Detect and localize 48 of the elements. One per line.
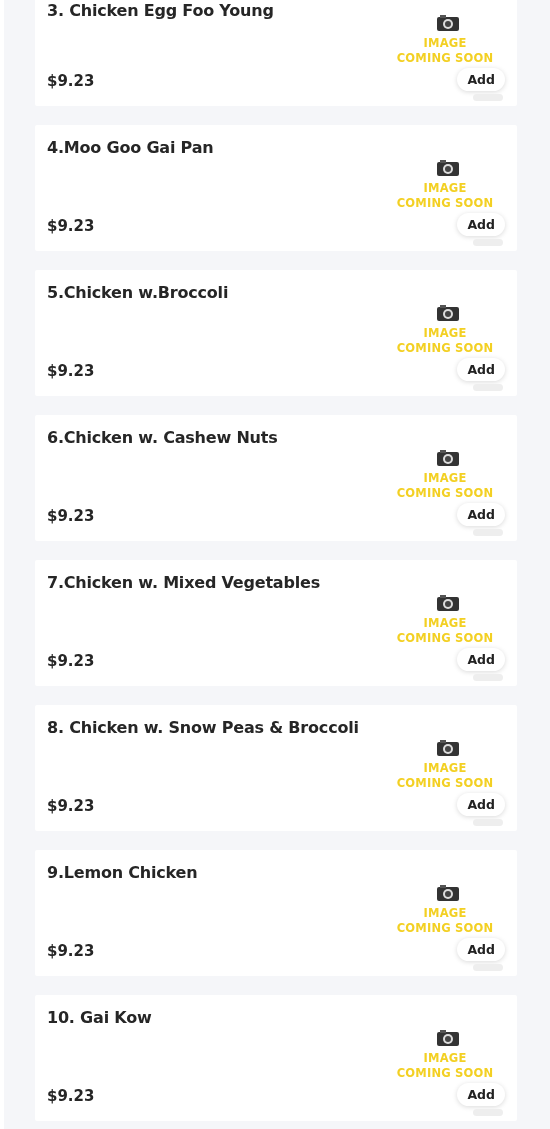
item-name: 8. Chicken w. Snow Peas & Broccoli [47,718,359,737]
placeholder-text: IMAGE [423,616,467,631]
placeholder-text: COMING SOON [396,51,494,66]
camera-icon [436,884,460,902]
placeholder-text: IMAGE [423,906,467,921]
camera-icon [436,14,460,32]
placeholder-text: IMAGE [423,326,467,341]
item-name: 3. Chicken Egg Foo Young [47,1,274,20]
camera-icon [436,449,460,467]
add-button[interactable]: Add [457,68,505,91]
placeholder-text: COMING SOON [396,776,494,791]
placeholder-text: COMING SOON [396,631,494,646]
item-name: 4.Moo Goo Gai Pan [47,138,214,157]
item-name: 10. Gai Kow [47,1008,152,1027]
item-name: 7.Chicken w. Mixed Vegetables [47,573,320,592]
placeholder-text: IMAGE [423,1051,467,1066]
item-price: $9.23 [47,652,96,670]
add-button[interactable]: Add [457,938,505,961]
placeholder-text: IMAGE [423,181,467,196]
item-price: $9.23 [47,507,96,525]
add-button[interactable]: Add [457,213,505,236]
placeholder-text: COMING SOON [396,341,494,356]
item-name: 6.Chicken w. Cashew Nuts [47,428,278,447]
add-button[interactable]: Add [457,358,505,381]
camera-icon [436,159,460,177]
camera-icon [436,304,460,322]
item-price: $9.23 [47,72,96,90]
add-button[interactable]: Add [457,793,505,816]
item-name: 5.Chicken w.Broccoli [47,283,229,302]
item-name: 9.Lemon Chicken [47,863,198,882]
camera-icon [436,594,460,612]
add-button[interactable]: Add [457,503,505,526]
add-button[interactable]: Add [457,648,505,671]
add-button[interactable]: Add [457,1083,505,1106]
placeholder-text: IMAGE [423,761,467,776]
item-price: $9.23 [47,942,96,960]
placeholder-text: IMAGE [423,36,467,51]
placeholder-text: IMAGE [423,471,467,486]
placeholder-text: COMING SOON [396,1066,494,1081]
placeholder-text: COMING SOON [396,486,494,501]
item-price: $9.23 [47,362,96,380]
item-price: $9.23 [47,1087,96,1105]
item-price: $9.23 [47,797,96,815]
camera-icon [436,1029,460,1047]
camera-icon [436,739,460,757]
placeholder-text: COMING SOON [396,921,494,936]
placeholder-text: COMING SOON [396,196,494,211]
item-price: $9.23 [47,217,96,235]
